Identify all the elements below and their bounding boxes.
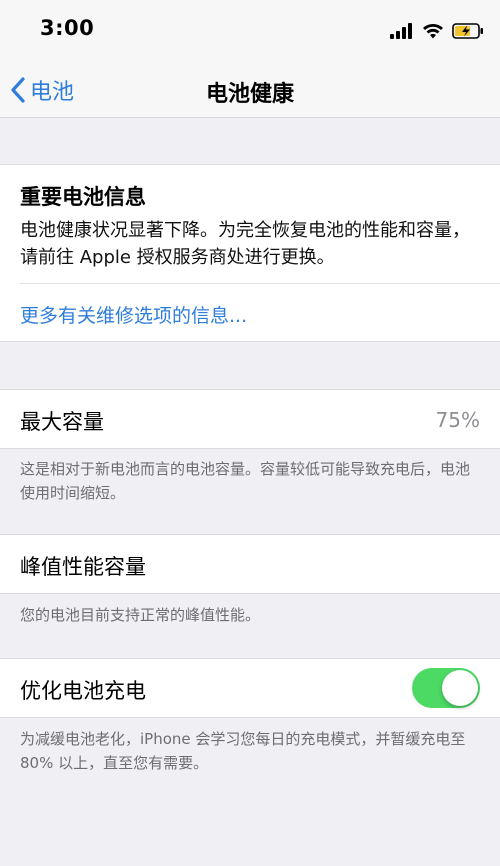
nav-bar: 电池 电池健康 [0, 62, 500, 118]
page-title: 电池健康 [205, 82, 294, 107]
repair-options-link[interactable]: 更多有关维修选项的信息... [20, 301, 247, 328]
divider [20, 283, 500, 284]
peak-performance-label: 峰值性能容量 [20, 555, 146, 579]
max-capacity-footnote: 这是相对于新电池而言的电池容量。容量较低可能导致充电后，电池使用时间缩短。 [20, 460, 471, 502]
important-message: 电池健康状况显著下降。为完全恢复电池的性能和容量，请前往 Apple 授权服务商… [20, 220, 470, 268]
signal-icon [390, 23, 412, 39]
status-icons [390, 20, 484, 42]
optimized-charging-footnote: 为减缓电池老化，iPhone 会学习您每日的充电模式，并暂缓充电至 80% 以上… [20, 730, 466, 772]
wifi-icon [423, 24, 443, 39]
battery-charging-icon [452, 23, 483, 39]
optimized-charging-row: 优化电池充电 [0, 658, 500, 718]
max-capacity-row: 最大容量 75% [0, 389, 500, 449]
status-bar: 3:00 [0, 0, 500, 62]
max-capacity-label: 最大容量 [20, 410, 104, 434]
optimized-charging-toggle[interactable] [412, 668, 480, 708]
peak-performance-row: 峰值性能容量 [0, 534, 500, 594]
important-battery-card: 重要电池信息 电池健康状况显著下降。为完全恢复电池的性能和容量，请前往 Appl… [0, 164, 500, 342]
optimized-charging-label: 优化电池充电 [20, 679, 146, 703]
peak-performance-footnote: 您的电池目前支持正常的峰值性能。 [20, 606, 261, 624]
max-capacity-value: 75% [435, 408, 480, 432]
important-title: 重要电池信息 [20, 185, 146, 209]
status-time: 3:00 [40, 16, 95, 40]
toggle-knob [442, 670, 478, 706]
